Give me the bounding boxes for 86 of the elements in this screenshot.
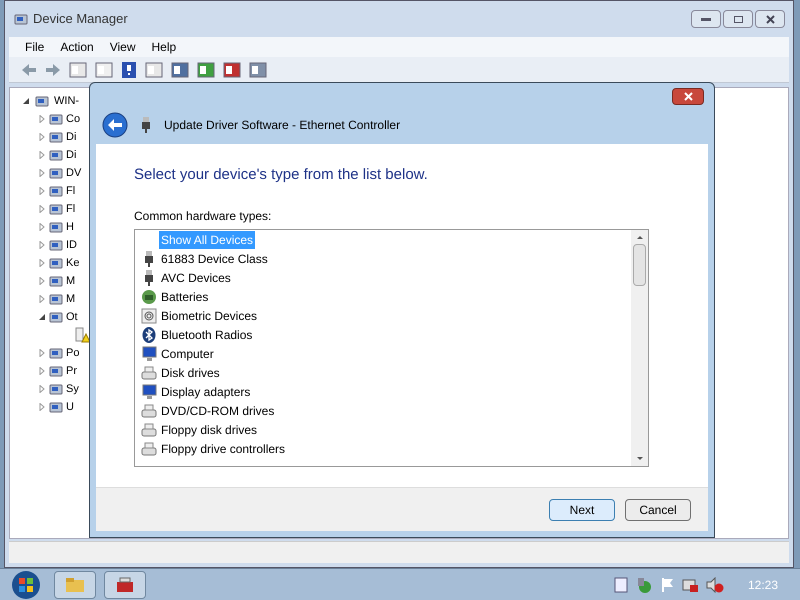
drive-icon (141, 365, 157, 381)
back-arrow-icon[interactable] (21, 62, 37, 76)
expand-arrow-icon[interactable] (38, 187, 46, 195)
list-item[interactable]: Floppy disk drives (159, 421, 260, 439)
tree-item[interactable]: DV (66, 164, 82, 182)
scrollbar[interactable] (631, 230, 648, 466)
toolbox-icon (116, 576, 134, 592)
taskbar-button[interactable] (54, 570, 96, 598)
document-icon[interactable] (614, 576, 628, 592)
list-item[interactable]: Display adapters (159, 383, 252, 401)
list-item[interactable]: Bluetooth Radios (159, 326, 254, 344)
tree-item[interactable]: Pr (66, 362, 77, 380)
tree-item[interactable]: M (66, 272, 76, 290)
network-adapter-icon (140, 117, 152, 133)
close-button[interactable] (672, 88, 704, 104)
monitor-icon (141, 384, 157, 400)
tree-item[interactable]: Ke (66, 254, 80, 272)
list-item[interactable]: DVD/CD-ROM drives (159, 402, 276, 420)
collapse-arrow-icon[interactable] (22, 97, 30, 105)
device-icon (143, 251, 155, 267)
tree-item[interactable]: Ot (66, 308, 78, 326)
close-button[interactable] (755, 10, 785, 28)
list-item[interactable]: Biometric Devices (159, 307, 260, 325)
maximize-button[interactable] (723, 10, 753, 28)
list-label: Common hardware types: (134, 208, 272, 224)
menu-item[interactable]: View (106, 38, 140, 56)
expand-arrow-icon[interactable] (38, 403, 46, 411)
expand-arrow-icon[interactable] (38, 385, 46, 393)
expand-arrow-icon[interactable] (38, 169, 46, 177)
forward-arrow-icon[interactable] (45, 62, 61, 76)
dialog-button[interactable]: Next (549, 498, 615, 520)
list-item[interactable]: 61883 Device Class (159, 250, 270, 268)
warning-device-icon (74, 327, 90, 343)
expand-arrow-icon[interactable] (38, 367, 46, 375)
expand-arrow-icon[interactable] (38, 133, 46, 141)
tree-item[interactable]: Di (66, 128, 76, 146)
tree-item[interactable]: WIN- (54, 92, 80, 110)
window-title: Device Manager (33, 10, 128, 28)
scroll-thumb[interactable] (633, 244, 646, 286)
expand-arrow-icon[interactable] (38, 277, 46, 285)
menu-item[interactable]: File (21, 38, 48, 56)
list-item[interactable]: Computer (159, 345, 216, 363)
list-item[interactable]: Floppy drive controllers (159, 440, 288, 458)
drive-icon (141, 422, 157, 438)
tree-item[interactable]: Fl (66, 182, 76, 200)
folder-icon (66, 578, 84, 592)
list-item[interactable]: Batteries (159, 288, 210, 306)
tree-item[interactable]: Co (66, 110, 80, 128)
tree-item[interactable]: M (66, 290, 76, 308)
list-item[interactable]: AVC Devices (159, 269, 233, 287)
dialog-button[interactable]: Cancel (625, 498, 691, 520)
drive-icon (141, 403, 157, 419)
expand-arrow-icon[interactable] (38, 259, 46, 267)
dialog-title: Update Driver Software - Ethernet Controller (164, 117, 400, 134)
expand-arrow-icon[interactable] (38, 223, 46, 231)
back-button[interactable] (102, 112, 128, 138)
list-item[interactable]: Disk drives (159, 364, 222, 382)
device-icon (143, 270, 155, 286)
tree-item[interactable]: U (66, 398, 74, 416)
monitor-icon (141, 346, 157, 362)
speaker-muted-icon[interactable] (706, 576, 724, 592)
tree-item[interactable]: Po (66, 344, 80, 362)
taskbar-button[interactable] (104, 570, 146, 598)
tree-item[interactable]: H (66, 218, 74, 236)
fingerprint-icon (141, 308, 157, 324)
expand-arrow-icon[interactable] (38, 295, 46, 303)
drive-icon (141, 441, 157, 457)
menu-item[interactable]: Help (148, 38, 180, 56)
close-icon (684, 92, 692, 100)
collapse-arrow-icon[interactable] (38, 313, 46, 321)
menu-item[interactable]: Action (56, 38, 98, 56)
expand-arrow-icon[interactable] (38, 151, 46, 159)
expand-arrow-icon[interactable] (38, 241, 46, 249)
battery-icon (141, 289, 157, 305)
minimize-button[interactable] (691, 10, 721, 28)
close-icon (766, 14, 774, 24)
tree-item[interactable]: ID (66, 236, 77, 254)
tree-item[interactable]: Sy (66, 380, 79, 398)
dialog-heading: Select your device's type from the list below. (134, 165, 429, 185)
expand-arrow-icon[interactable] (38, 349, 46, 357)
network-error-icon[interactable] (682, 576, 698, 592)
tree-item[interactable]: Fl (66, 200, 76, 218)
bluetooth-icon (142, 327, 156, 343)
expand-arrow-icon[interactable] (38, 205, 46, 213)
tree-item[interactable]: Di (66, 146, 76, 164)
expand-arrow-icon[interactable] (38, 115, 46, 123)
